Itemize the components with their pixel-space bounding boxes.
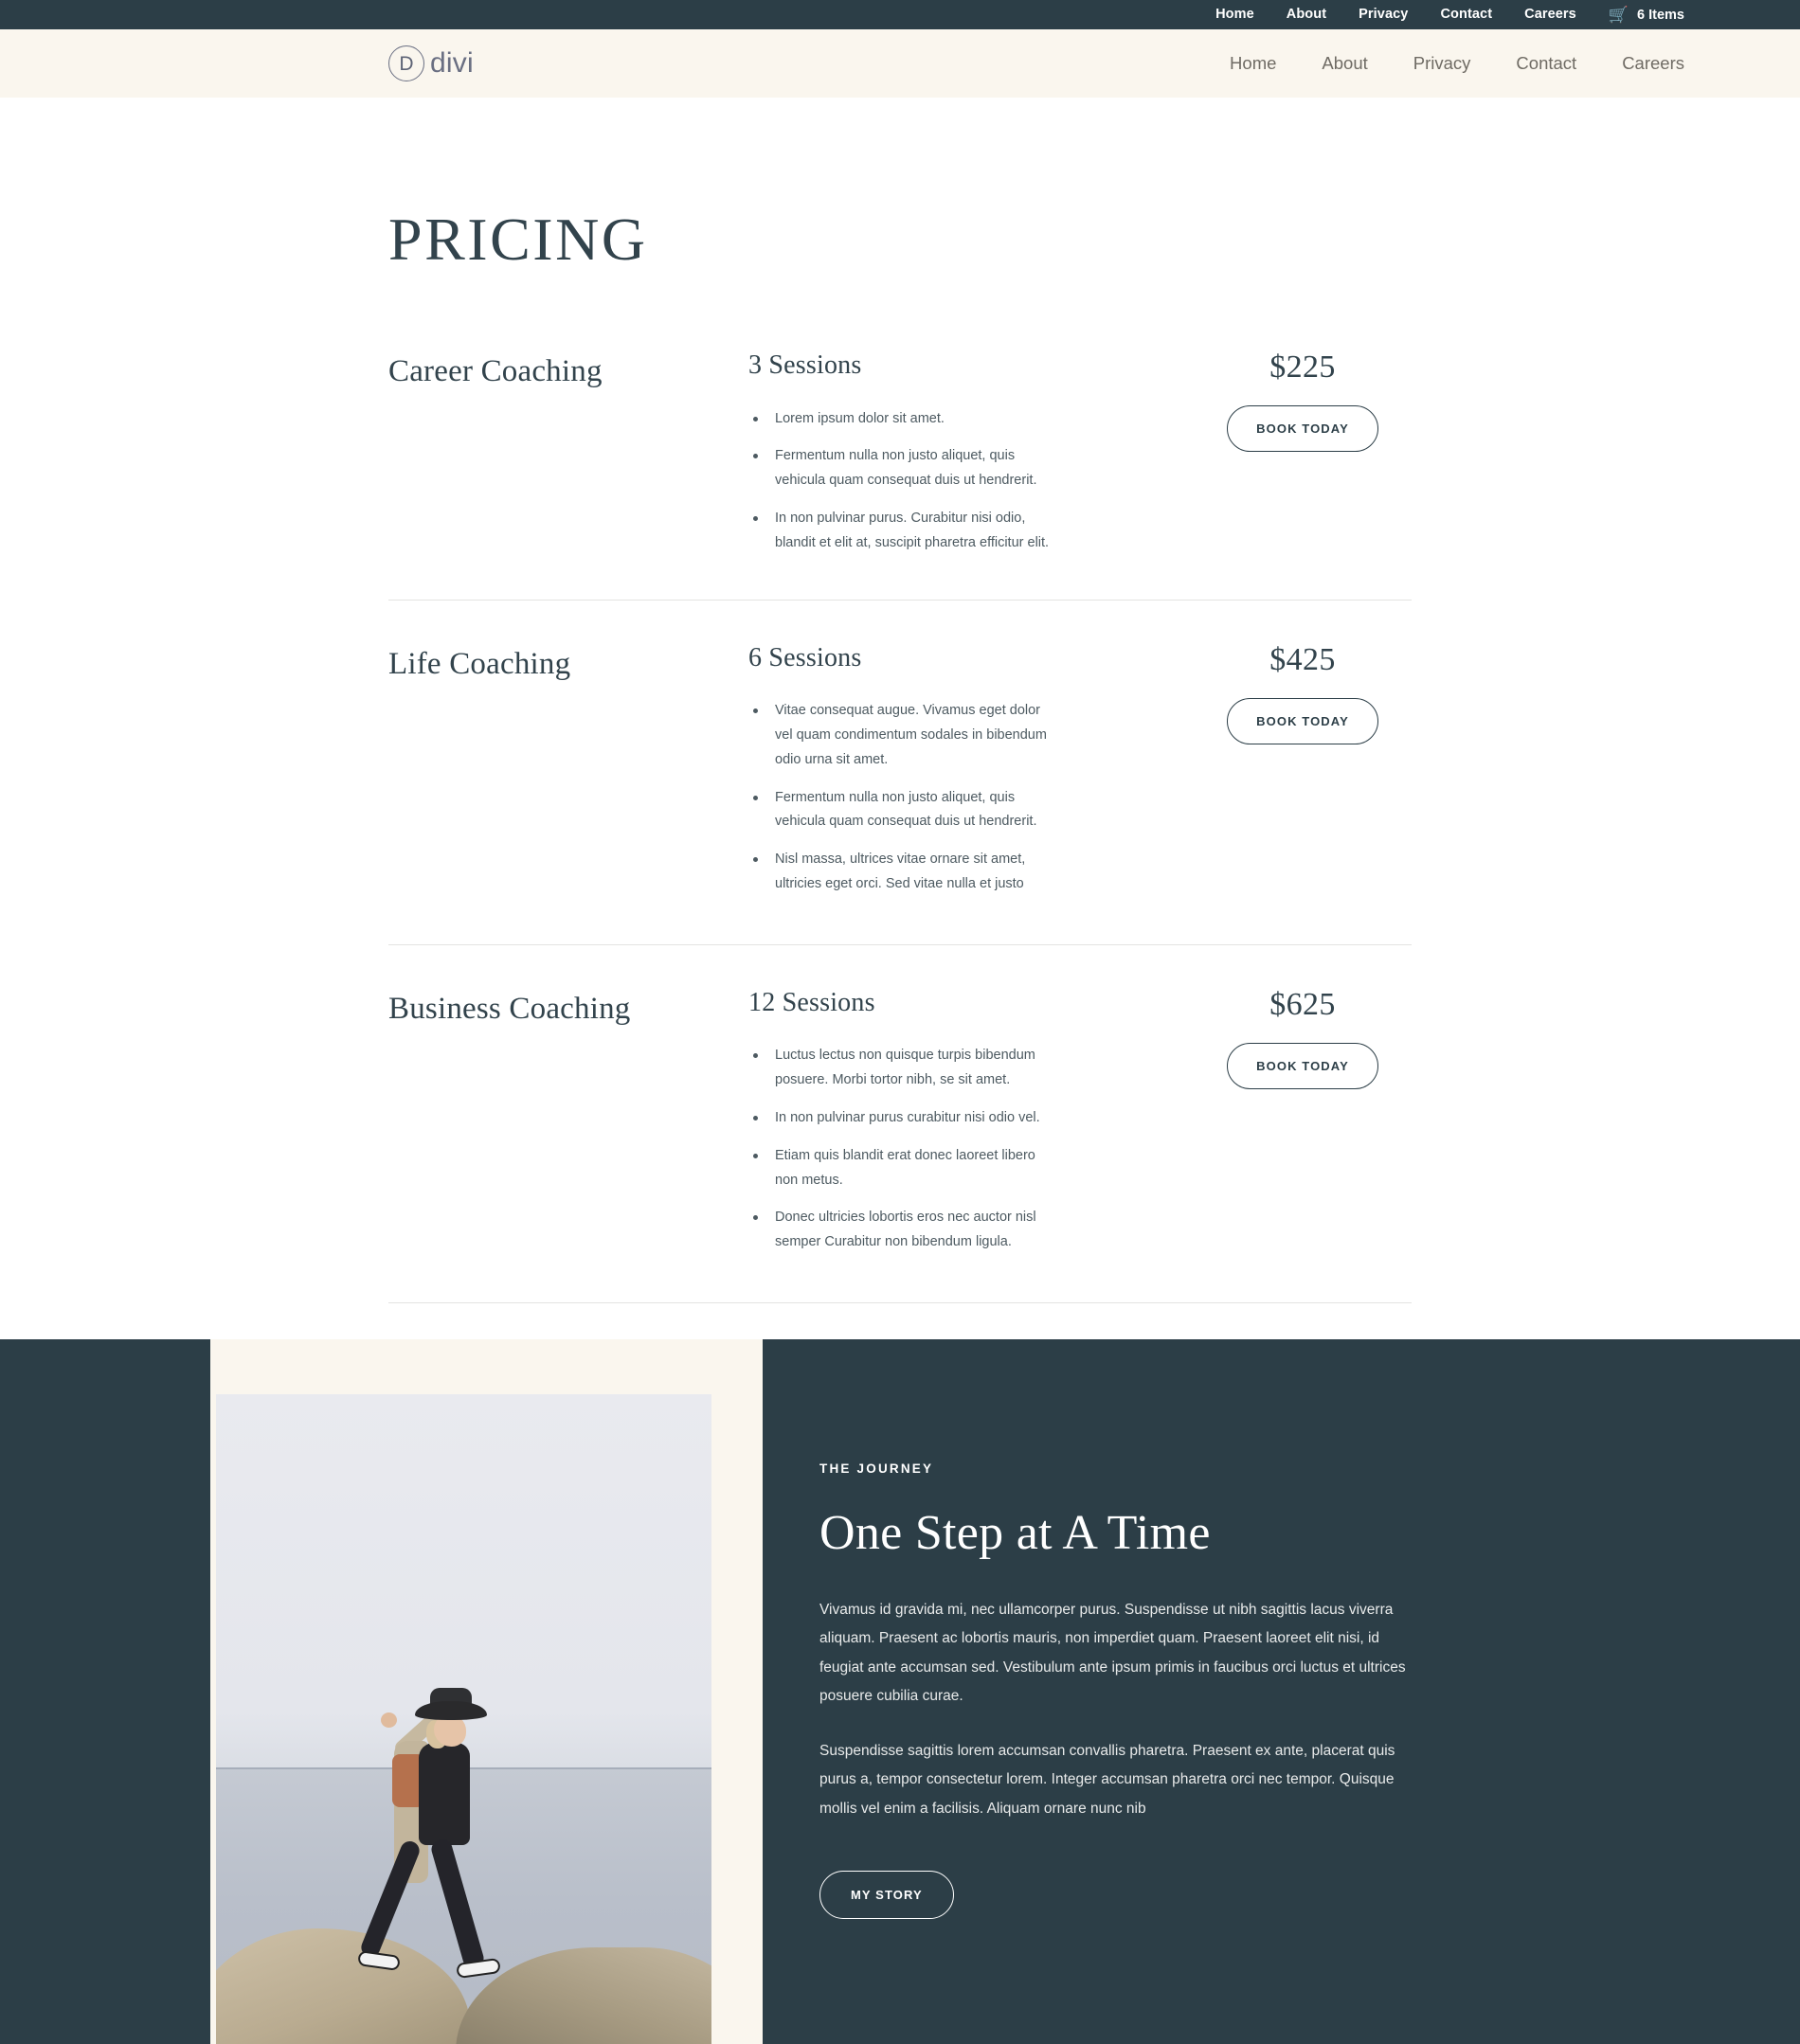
- price-amount: $625: [1269, 986, 1336, 1022]
- journey-section: THE JOURNEY One Step at A Time Vivamus i…: [0, 1338, 1800, 2044]
- topbar-link-careers[interactable]: Careers: [1524, 8, 1576, 22]
- pricing-row-career-coaching: Career Coaching 3 Sessions Lorem ipsum d…: [388, 350, 1412, 601]
- feature-list: Vitae consequat augue. Vivamus eget dolo…: [748, 699, 1194, 897]
- pricing-price-cell: $625 BOOK TODAY: [1194, 987, 1412, 1255]
- journey-paragraph: Suspendisse sagittis lorem accumsan conv…: [819, 1743, 1395, 1817]
- journey-paragraph: Vivamus id gravida mi, nec ullamcorper p…: [819, 1602, 1406, 1704]
- book-today-button[interactable]: BOOK TODAY: [1227, 1043, 1378, 1090]
- nav-item-privacy[interactable]: Privacy: [1413, 54, 1471, 73]
- cart-summary[interactable]: 🛒 6 Items: [1609, 7, 1684, 23]
- feature-item: Donec ultricies lobortis eros nec auctor…: [748, 1206, 1061, 1255]
- topbar-link-about[interactable]: About: [1287, 8, 1326, 22]
- journey-eyebrow: THE JOURNEY: [819, 1461, 934, 1476]
- pricing-section: PRICING Career Coaching 3 Sessions Lorem…: [0, 98, 1800, 1303]
- figure-leg-front: [429, 1837, 486, 1971]
- nav-item-contact[interactable]: Contact: [1516, 54, 1576, 73]
- feature-item: Fermentum nulla non justo aliquet, quis …: [748, 786, 1061, 835]
- pricing-detail-cell: 3 Sessions Lorem ipsum dolor sit amet. F…: [748, 350, 1194, 556]
- nav-item-careers[interactable]: Careers: [1622, 54, 1684, 73]
- service-name: Career Coaching: [388, 354, 603, 388]
- pricing-detail-cell: 12 Sessions Luctus lectus non quisque tu…: [748, 987, 1194, 1255]
- journey-photo: [216, 1393, 711, 2044]
- pricing-name-cell: Business Coaching: [388, 987, 748, 1255]
- feature-item: Nisl massa, ultrices vitae ornare sit am…: [748, 848, 1061, 897]
- pricing-row-business-coaching: Business Coaching 12 Sessions Luctus lec…: [388, 945, 1412, 1303]
- session-count: 6 Sessions: [748, 642, 862, 672]
- photo-person-figure: [356, 1687, 536, 2008]
- site-header: D divi Home About Privacy Contact Career…: [0, 29, 1800, 98]
- logo-wordmark: divi: [430, 47, 474, 79]
- pricing-price-cell: $225 BOOK TODAY: [1194, 350, 1412, 556]
- feature-item: Luctus lectus non quisque turpis bibendu…: [748, 1044, 1061, 1093]
- topbar-link-home[interactable]: Home: [1215, 8, 1254, 22]
- figure-torso: [419, 1742, 470, 1845]
- figure-hat-brim: [415, 1700, 487, 1720]
- feature-item: Etiam quis blandit erat donec laoreet li…: [748, 1144, 1061, 1193]
- topbar-link-contact[interactable]: Contact: [1440, 8, 1492, 22]
- logo-circle-d-icon: D: [388, 45, 424, 81]
- feature-item: Fermentum nulla non justo aliquet, quis …: [748, 444, 1061, 493]
- topbar-link-privacy[interactable]: Privacy: [1359, 8, 1408, 22]
- feature-item: In non pulvinar purus. Curabitur nisi od…: [748, 507, 1061, 556]
- page-title: PRICING: [388, 206, 648, 273]
- feature-list: Luctus lectus non quisque turpis bibendu…: [748, 1044, 1194, 1255]
- nav-item-about[interactable]: About: [1322, 54, 1367, 73]
- cart-item-count: 6 Items: [1637, 7, 1684, 23]
- nav-item-home[interactable]: Home: [1230, 54, 1276, 73]
- top-utility-bar: Home About Privacy Contact Careers 🛒 6 I…: [0, 0, 1800, 29]
- site-logo[interactable]: D divi: [388, 45, 474, 81]
- main-navigation: Home About Privacy Contact Careers: [1184, 54, 1684, 73]
- my-story-button[interactable]: MY STORY: [819, 1870, 954, 1919]
- pricing-container: PRICING Career Coaching 3 Sessions Lorem…: [388, 209, 1412, 1303]
- feature-list: Lorem ipsum dolor sit amet. Fermentum nu…: [748, 407, 1194, 556]
- book-today-button[interactable]: BOOK TODAY: [1227, 405, 1378, 453]
- shopping-cart-icon: 🛒: [1608, 6, 1629, 24]
- service-name: Business Coaching: [388, 991, 631, 1026]
- section-spacer: [0, 1302, 1800, 1339]
- journey-title: One Step at A Time: [819, 1506, 1211, 1561]
- pricing-name-cell: Career Coaching: [388, 350, 748, 556]
- session-count: 3 Sessions: [748, 350, 862, 380]
- journey-content: THE JOURNEY One Step at A Time Vivamus i…: [819, 1462, 1426, 1919]
- price-amount: $225: [1269, 350, 1336, 385]
- price-amount: $425: [1269, 641, 1336, 677]
- pricing-name-cell: Life Coaching: [388, 642, 748, 897]
- figure-shoe-back: [357, 1949, 401, 1971]
- figure-fist: [381, 1712, 397, 1728]
- pricing-row-life-coaching: Life Coaching 6 Sessions Vitae consequat…: [388, 601, 1412, 945]
- session-count: 12 Sessions: [748, 987, 875, 1017]
- feature-item: Vitae consequat augue. Vivamus eget dolo…: [748, 699, 1061, 772]
- book-today-button[interactable]: BOOK TODAY: [1227, 697, 1378, 744]
- feature-item: In non pulvinar purus curabitur nisi odi…: [748, 1106, 1061, 1131]
- pricing-detail-cell: 6 Sessions Vitae consequat augue. Vivamu…: [748, 642, 1194, 897]
- service-name: Life Coaching: [388, 646, 571, 681]
- figure-leg-back: [358, 1838, 423, 1960]
- pricing-price-cell: $425 BOOK TODAY: [1194, 642, 1412, 897]
- feature-item: Lorem ipsum dolor sit amet.: [748, 407, 1061, 432]
